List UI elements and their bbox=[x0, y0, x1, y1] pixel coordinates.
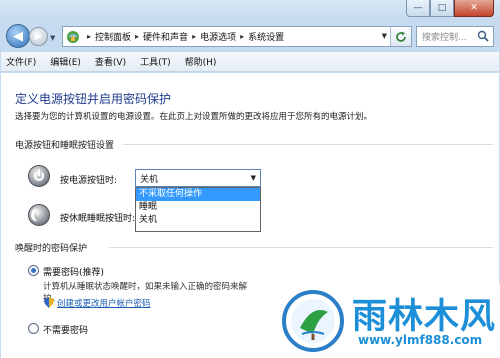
breadcrumb-separator-icon: ▸ bbox=[135, 32, 140, 41]
breadcrumb-separator-icon: ▸ bbox=[87, 32, 92, 41]
breadcrumb-control-panel[interactable]: 控制面板 bbox=[95, 30, 131, 43]
create-password-link[interactable]: 创建或更改用户帐户密码 bbox=[57, 297, 151, 309]
sleep-button-label: 按休眠睡眠按钮时: bbox=[60, 214, 136, 224]
menu-tools[interactable]: 工具(T) bbox=[140, 55, 171, 68]
uac-shield-icon bbox=[44, 297, 54, 308]
require-password-label[interactable]: 需要密码(推荐) bbox=[43, 265, 104, 278]
page-title: 定义电源按钮并启用密码保护 bbox=[15, 92, 172, 106]
power-button-action-value: 关机 bbox=[140, 174, 159, 185]
breadcrumb-separator-icon: ▸ bbox=[192, 32, 197, 41]
search-icon[interactable] bbox=[477, 30, 489, 42]
control-panel-icon bbox=[67, 30, 79, 43]
dropdown-option-sleep[interactable]: 睡眠 bbox=[136, 201, 260, 214]
title-bar: — □ ✕ bbox=[0, 0, 500, 22]
no-password-radio[interactable] bbox=[28, 323, 39, 334]
no-password-label[interactable]: 不需要密码 bbox=[43, 323, 88, 336]
power-button-label: 按电源按钮时: bbox=[60, 176, 118, 186]
refresh-icon bbox=[396, 31, 406, 42]
menu-bar: 文件(F) 编辑(E) 查看(V) 工具(T) 帮助(H) bbox=[1, 52, 499, 72]
section-divider bbox=[109, 247, 493, 248]
chevron-down-icon[interactable]: ▼ bbox=[251, 174, 256, 182]
menu-view[interactable]: 查看(V) bbox=[95, 55, 126, 68]
menu-edit[interactable]: 编辑(E) bbox=[50, 55, 81, 68]
close-button[interactable]: ✕ bbox=[454, 0, 494, 17]
forward-button[interactable]: ▶ bbox=[29, 27, 48, 46]
brand-logo-icon bbox=[282, 290, 344, 352]
breadcrumb-power-options[interactable]: 电源选项 bbox=[200, 30, 236, 43]
dropdown-option-do-nothing[interactable]: 不采取任何操作 bbox=[136, 188, 260, 201]
dropdown-option-shutdown[interactable]: 关机 bbox=[136, 214, 260, 227]
address-bar[interactable]: ▸ 控制面板 ▸ 硬件和声音 ▸ 电源选项 ▸ 系统设置 ▼ bbox=[62, 26, 412, 47]
back-button[interactable]: ◀ bbox=[6, 24, 30, 48]
watermark: 雨林木风 www.ylmf888.com bbox=[272, 283, 500, 358]
maximize-button[interactable]: □ bbox=[430, 0, 454, 17]
watermark-brand: 雨林木风 bbox=[352, 297, 497, 337]
recent-pages-dropdown-icon[interactable]: ▼ bbox=[50, 34, 58, 42]
refresh-button[interactable] bbox=[390, 27, 411, 46]
require-password-description: 计算机从睡眠状态唤醒时，如果未输入正确的密码来解 bbox=[43, 282, 248, 292]
window-controls: — □ ✕ bbox=[406, 0, 494, 17]
wake-password-heading: 唤醒时的密码保护 bbox=[15, 244, 88, 254]
breadcrumb-hardware-sound[interactable]: 硬件和声音 bbox=[143, 30, 188, 43]
section-divider bbox=[123, 144, 493, 145]
power-action-dropdown-list: 不采取任何操作 睡眠 关机 bbox=[135, 187, 261, 232]
breadcrumb-separator-icon: ▸ bbox=[240, 32, 245, 41]
minimize-button[interactable]: — bbox=[406, 0, 430, 17]
page-description: 选择要为您的计算机设置的电源设置。在此页上对设置所做的更改将应用于您所有的电源计… bbox=[15, 112, 373, 122]
menu-file[interactable]: 文件(F) bbox=[6, 55, 36, 68]
power-buttons-heading: 电源按钮和睡眠按钮设置 bbox=[15, 141, 115, 151]
power-button-action-select[interactable]: 关机 ▼ bbox=[135, 169, 261, 187]
search-input[interactable]: 搜索控制... bbox=[416, 26, 494, 47]
power-button-icon bbox=[28, 165, 50, 187]
window-frame: — □ ✕ ◀ ▶ ▼ ▸ 控制面板 ▸ 硬件和声音 ▸ 电源选项 ▸ 系统设置… bbox=[0, 0, 500, 358]
menu-help[interactable]: 帮助(H) bbox=[185, 55, 217, 68]
require-password-radio[interactable] bbox=[28, 265, 39, 276]
breadcrumb-system-settings[interactable]: 系统设置 bbox=[248, 30, 284, 43]
sleep-button-icon bbox=[28, 204, 50, 226]
navigation-row: ◀ ▶ ▼ ▸ 控制面板 ▸ 硬件和声音 ▸ 电源选项 ▸ 系统设置 ▼ 搜索控… bbox=[0, 22, 500, 52]
watermark-url: www.ylmf888.com bbox=[358, 333, 483, 347]
address-dropdown-icon[interactable]: ▼ bbox=[382, 32, 387, 40]
search-placeholder: 搜索控制... bbox=[422, 33, 467, 43]
